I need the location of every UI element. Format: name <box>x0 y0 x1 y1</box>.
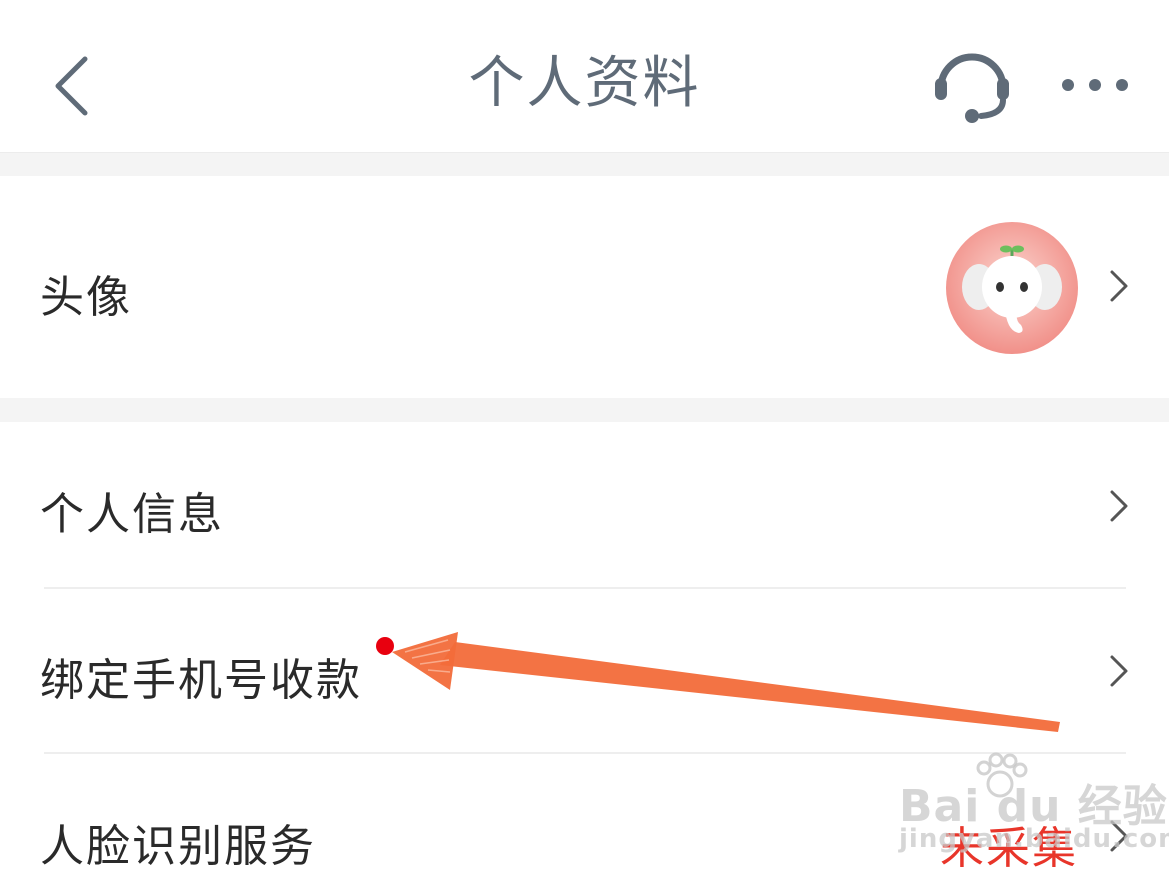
face-recognition-row[interactable]: 人脸识别服务 未采集 <box>0 754 1169 877</box>
chevron-right-icon <box>1110 820 1128 852</box>
customer-service-button[interactable] <box>925 40 1020 135</box>
face-recognition-label: 人脸识别服务 <box>40 821 316 872</box>
avatar <box>945 221 1079 355</box>
section-separator <box>0 152 1169 177</box>
elephant-avatar-icon <box>946 222 1078 354</box>
personal-info-row[interactable]: 个人信息 <box>0 422 1169 587</box>
headset-icon <box>935 53 1009 123</box>
face-recognition-status: 未采集 <box>940 823 1078 874</box>
chevron-right-icon <box>1110 490 1128 522</box>
avatar-row[interactable]: 头像 <box>0 176 1169 398</box>
bind-phone-payment-label: 绑定手机号收款 <box>40 655 362 706</box>
chevron-right-icon <box>1110 655 1128 687</box>
more-button[interactable] <box>1050 60 1140 110</box>
avatar-label: 头像 <box>40 272 132 323</box>
section-separator <box>0 398 1169 422</box>
bind-phone-payment-row[interactable]: 绑定手机号收款 <box>0 589 1169 752</box>
personal-info-label: 个人信息 <box>40 489 224 540</box>
more-dots-icon <box>1062 79 1128 91</box>
profile-page: 个人资料 头像 个人信息 绑定手机号收款 人脸识别服务 未采集 Bai du 经… <box>0 0 1169 877</box>
top-nav-bar: 个人资料 <box>0 0 1169 152</box>
chevron-right-icon <box>1110 270 1128 302</box>
